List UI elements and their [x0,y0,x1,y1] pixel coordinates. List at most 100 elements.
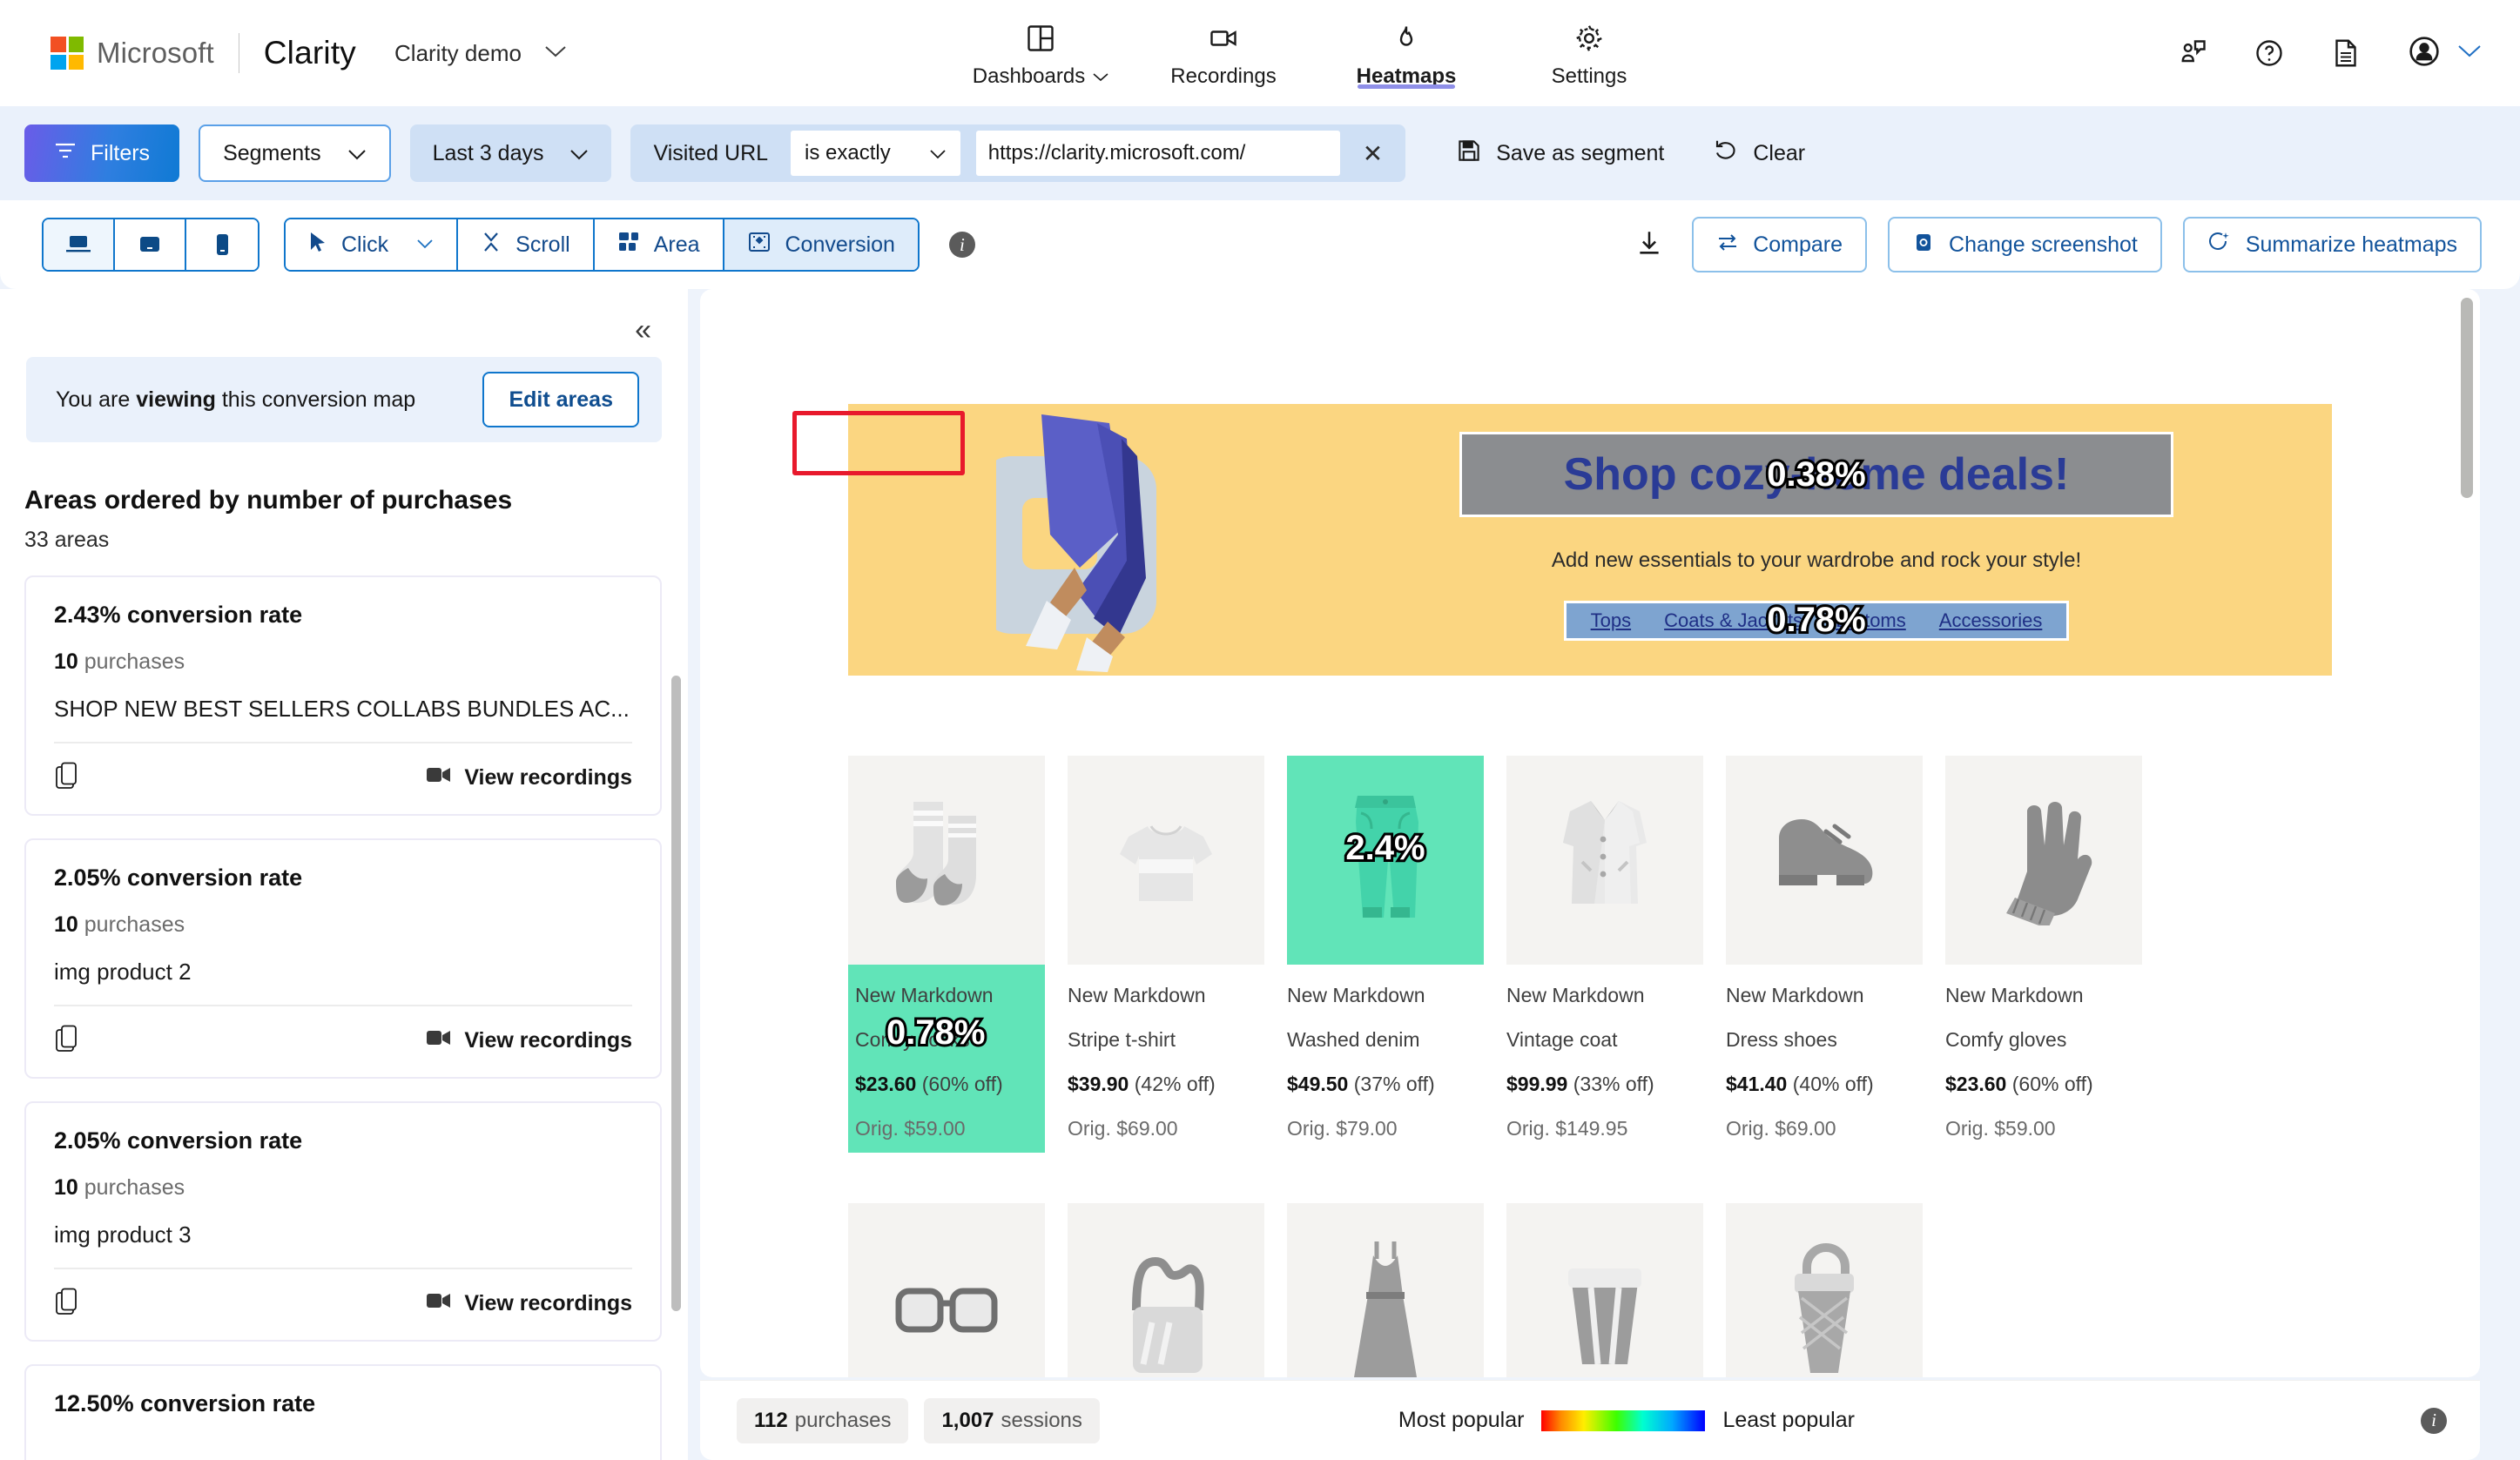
url-operator-value: is exactly [805,141,891,165]
project-selector[interactable]: Clarity demo [394,40,567,67]
collapse-sidebar-icon[interactable]: « [635,315,651,345]
product-card[interactable] [1506,1203,1703,1377]
device-tablet-button[interactable] [115,219,186,270]
product-card[interactable]: 2.4% New Markdown Washed denim $49.50 (3… [1287,756,1484,1153]
video-camera-icon [426,1028,452,1053]
product-card[interactable]: New Markdown Comfy socks $23.60 (60% off… [848,756,1045,1153]
clear-label: Clear [1753,140,1806,165]
copy-selector-icon[interactable] [54,761,80,795]
save-as-segment-button[interactable]: Save as segment [1456,138,1664,170]
undo-icon [1713,138,1739,170]
legend-most-label: Most popular [1398,1408,1525,1432]
nav-item-dashboards[interactable]: Dashboards [949,0,1132,106]
segments-dropdown[interactable]: Segments [199,124,391,182]
purchases-word: purchases [794,1408,892,1432]
url-value-input[interactable]: https://clarity.microsoft.com/ [975,131,1340,176]
product-price: $39.90 (42% off) [1068,1073,1264,1096]
clear-filters-button[interactable]: Clear [1713,138,1805,170]
visited-url-filter: Visited URL is exactly https://clarity.m… [630,124,1406,182]
viewing-prefix: You are [56,387,137,412]
device-desktop-button[interactable] [44,219,115,270]
product-meta: New Markdown Washed denim $49.50 (37% of… [1287,965,1484,1140]
card-footer: View recordings [54,1287,632,1321]
nav-item-heatmaps[interactable]: Heatmaps [1315,0,1498,106]
mode-click[interactable]: Click [286,219,459,270]
product-card[interactable] [1726,1203,1923,1377]
docs-icon[interactable] [2330,37,2362,69]
view-recordings-button[interactable]: View recordings [426,1291,632,1316]
url-operator-select[interactable]: is exactly [791,131,960,176]
view-recordings-button[interactable]: View recordings [426,1028,632,1053]
remove-url-filter-icon[interactable]: ✕ [1356,139,1390,168]
account-menu[interactable] [2407,34,2482,73]
banner-category-links[interactable]: Tops Coats & Jackets Bottoms Accessories… [1564,598,2069,642]
edit-areas-button[interactable]: Edit areas [482,372,639,427]
mode-conversion[interactable]: Conversion [724,219,918,270]
product-card[interactable]: New Markdown Stripe t-shirt $39.90 (42% … [1068,756,1264,1153]
areas-section-title: Areas ordered by number of purchases [24,486,513,515]
conversion-info-icon[interactable]: i [948,232,975,258]
price-value: $49.50 [1287,1073,1349,1095]
sidebar-scrollbar[interactable] [671,676,681,1311]
conversion-rate-label: 2.43% conversion rate [54,602,303,628]
area-card[interactable]: 2.05% conversion rate 10 purchases img p… [24,838,662,1079]
ai-sparkle-icon [2207,231,2232,259]
chevron-down-icon [2457,44,2482,63]
nav-label-recordings: Recordings [1170,64,1277,88]
summarize-heatmaps-button[interactable]: Summarize heatmaps [2182,217,2482,272]
summarize-label: Summarize heatmaps [2245,232,2457,257]
device-mobile-button[interactable] [186,219,258,270]
product-card[interactable]: New Markdown Comfy gloves $23.60 (60% of… [1945,756,2142,1153]
product-grid-row-1: New Markdown Comfy socks $23.60 (60% off… [848,756,2332,1153]
glasses-icon [895,1288,998,1333]
area-card[interactable]: 2.05% conversion rate 10 purchases img p… [24,1101,662,1342]
main-navigation: Dashboards Recordings Heatmaps Settings [949,0,1681,106]
product-card[interactable] [1068,1203,1264,1377]
dashboard-icon [1025,17,1056,54]
product-card[interactable] [848,1203,1045,1377]
banner-content: Shop cozy-home deals! 0.38% Add new esse… [1301,432,2332,642]
main-body: « You are viewing this conversion map Ed… [0,289,2520,1460]
product-name: Dress shoes [1726,1028,1837,1051]
legend-info-icon[interactable]: i [2420,1407,2447,1434]
nav-item-settings[interactable]: Settings [1498,0,1681,106]
help-icon[interactable] [2254,37,2285,69]
compare-icon [1716,232,1739,259]
product-original-price: Orig. $59.00 [1945,1117,2056,1140]
filters-button[interactable]: Filters [24,124,180,182]
product-meta: New Markdown Comfy gloves $23.60 (60% of… [1945,965,2142,1140]
area-card[interactable]: 2.43% conversion rate 10 purchases SHOP … [24,575,662,816]
copy-selector-icon[interactable] [54,1024,80,1058]
filter-bar: Filters Segments Last 3 days Visited URL… [0,106,2520,200]
date-range-dropdown[interactable]: Last 3 days [409,124,612,182]
product-name: Clarity [263,35,357,71]
view-recordings-label: View recordings [464,1291,632,1315]
banner-headline-area[interactable]: Shop cozy-home deals! 0.38% [1459,432,2173,517]
copy-selector-icon[interactable] [54,1287,80,1321]
banner-link-tops[interactable]: Tops [1591,609,1631,632]
sessions-count: 1,007 [941,1408,994,1432]
microsoft-logo-icon [51,37,84,70]
mode-area[interactable]: Area [594,219,724,270]
product-card[interactable] [1287,1203,1484,1377]
price-discount: (42% off) [1134,1073,1216,1095]
change-screenshot-button[interactable]: Change screenshot [1888,217,2162,272]
product-meta: New Markdown Comfy socks $23.60 (60% off… [848,965,1045,1153]
product-card[interactable]: New Markdown Dress shoes $41.40 (40% off… [1726,756,1923,1153]
dress-icon [1354,1241,1417,1377]
product-card[interactable]: New Markdown Vintage coat $99.99 (33% of… [1506,756,1703,1153]
nav-item-recordings[interactable]: Recordings [1132,0,1315,106]
banner-illustration [979,404,1301,676]
view-recordings-label: View recordings [464,765,632,790]
feedback-icon[interactable] [2177,37,2208,69]
purchases-label: 10 purchases [54,912,632,938]
product-image [1726,756,1923,965]
compare-button[interactable]: Compare [1692,217,1868,272]
mode-scroll[interactable]: Scroll [458,219,595,270]
download-icon[interactable] [1634,228,1664,262]
product-price: $23.60 (60% off) [1945,1073,2142,1096]
canvas-scrollbar[interactable] [2461,298,2473,498]
banner-link-accessories[interactable]: Accessories [1939,609,2043,632]
view-recordings-button[interactable]: View recordings [426,765,632,791]
area-card[interactable]: 12.50% conversion rate [24,1364,662,1460]
